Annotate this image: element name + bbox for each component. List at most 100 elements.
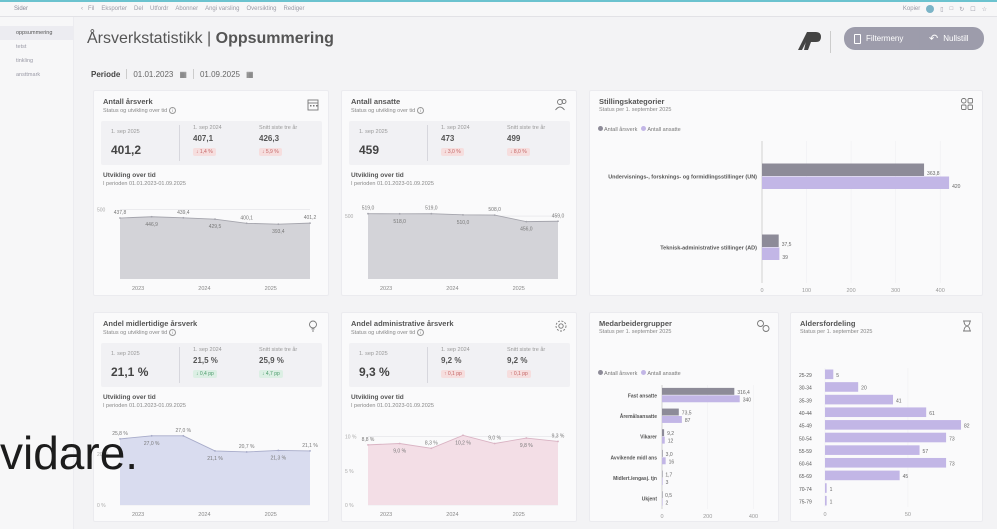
age-bar[interactable] (825, 382, 859, 392)
bar-arsverk[interactable] (662, 449, 663, 457)
data-point[interactable] (309, 222, 311, 225)
bar-ansatte[interactable] (662, 478, 663, 485)
age-bar[interactable] (825, 369, 834, 380)
age-bar[interactable] (825, 495, 827, 506)
age-bar[interactable] (825, 420, 962, 430)
bar-arsverk[interactable] (662, 429, 665, 437)
chevron-left-icon[interactable]: ‹ (81, 6, 83, 12)
toolbar-item-1[interactable]: Eksporter (101, 6, 127, 12)
data-point[interactable] (398, 442, 401, 445)
grid-icon[interactable] (960, 97, 974, 111)
toolbar-item-7[interactable]: Rediger (283, 6, 304, 12)
data-point[interactable] (309, 450, 311, 452)
bar-ansatte[interactable] (662, 395, 740, 403)
legend-item[interactable]: Antall årsverk (598, 370, 637, 377)
filter-menu-button[interactable]: Filtermeny (844, 27, 920, 50)
toolbar-item-3[interactable]: Utfordr (150, 6, 168, 12)
copy-button[interactable]: Kopier (903, 6, 920, 12)
x-tick-label: 2023 (132, 286, 144, 292)
bar-ansatte[interactable] (662, 457, 666, 465)
toolbar-item-5[interactable]: Angi varsling (205, 6, 239, 12)
sidebar-item-oppsummering[interactable]: oppsummering (0, 26, 73, 40)
data-point[interactable] (462, 434, 464, 437)
bar-arsverk[interactable] (762, 234, 779, 248)
x-tick-label: 100 (802, 288, 811, 294)
data-point[interactable] (430, 447, 433, 450)
data-point[interactable] (367, 443, 369, 446)
shapes-icon[interactable] (756, 319, 770, 333)
bar-arsverk[interactable] (762, 163, 925, 177)
refresh-icon[interactable]: ↻ (959, 6, 964, 13)
toolbar-item-4[interactable]: Abonner (175, 6, 198, 12)
data-point[interactable] (182, 434, 185, 437)
data-point[interactable] (462, 213, 464, 216)
data-label: 21,1 % (302, 443, 318, 449)
hourglass-icon[interactable] (960, 319, 974, 333)
sidebar-item-4[interactable]: ansttmark (0, 68, 73, 82)
sidebar-item-2[interactable]: tetst (0, 40, 73, 54)
view-icon[interactable]: □ (950, 6, 954, 12)
period-from[interactable]: 01.01.2023 (133, 70, 173, 79)
reset-button[interactable]: ↶ Nullstill (919, 27, 984, 50)
data-point[interactable] (119, 217, 121, 219)
bar-ansatte[interactable] (762, 176, 950, 190)
data-point[interactable] (150, 215, 153, 218)
x-tick-label: 2025 (513, 512, 525, 518)
bar-ansatte[interactable] (662, 436, 665, 444)
data-point[interactable] (493, 442, 496, 445)
legend-item[interactable]: Antall ansatte (641, 126, 681, 133)
data-point[interactable] (245, 222, 248, 225)
age-bar[interactable] (825, 432, 947, 443)
data-point[interactable] (277, 223, 280, 226)
toolbar-item-6[interactable]: Oversikting (246, 6, 276, 12)
comment-icon[interactable]: ☐ (970, 6, 975, 13)
data-point[interactable] (214, 218, 216, 221)
age-bar[interactable] (825, 470, 900, 481)
age-bar[interactable] (825, 457, 947, 468)
data-point[interactable] (182, 216, 185, 219)
bar-ansatte[interactable] (662, 498, 663, 506)
bar-arsverk[interactable] (662, 491, 663, 499)
data-point[interactable] (557, 440, 559, 443)
data-point[interactable] (398, 212, 401, 215)
period-to[interactable]: 01.09.2025 (200, 70, 240, 79)
calendar-icon[interactable]: ▦ (179, 70, 187, 79)
age-bar[interactable] (825, 483, 827, 493)
gear-icon[interactable] (554, 319, 568, 333)
sidebar-item-3[interactable]: tinkling (0, 54, 73, 68)
toolbar-item-0[interactable]: Fil (88, 6, 94, 12)
calendar-icon[interactable]: ▦ (246, 70, 254, 79)
bar-arsverk[interactable] (662, 408, 679, 416)
legend-item[interactable]: Antall årsverk (598, 126, 637, 133)
data-point[interactable] (367, 212, 369, 215)
age-bar[interactable] (825, 445, 920, 455)
data-point[interactable] (557, 220, 559, 223)
bar-arsverk[interactable] (662, 470, 663, 478)
info-icon[interactable]: i (417, 107, 425, 114)
bar-arsverk[interactable] (662, 387, 735, 395)
people-icon[interactable] (554, 97, 568, 111)
info-icon[interactable]: i (169, 107, 177, 114)
data-point[interactable] (430, 212, 433, 215)
avatar[interactable] (926, 5, 935, 13)
age-bar[interactable] (825, 407, 927, 418)
data-point[interactable] (214, 450, 216, 452)
data-point[interactable] (525, 220, 528, 223)
data-point[interactable] (277, 449, 280, 452)
age-bar[interactable] (825, 394, 894, 405)
data-point[interactable] (245, 451, 248, 453)
data-point[interactable] (525, 437, 528, 439)
data-point[interactable] (493, 214, 496, 216)
info-icon[interactable]: i (169, 329, 177, 336)
bar-ansatte[interactable] (762, 247, 780, 261)
bookmark-icon[interactable]: ▯ (940, 6, 943, 13)
midlertidige-trend-title: Utvikling over tid (103, 394, 156, 401)
calendar-icon[interactable] (306, 97, 320, 111)
lightbulb-icon[interactable] (306, 319, 320, 333)
bar-ansatte[interactable] (662, 416, 682, 423)
toolbar-item-2[interactable]: Del (134, 6, 143, 12)
legend-item[interactable]: Antall ansatte (641, 370, 681, 377)
info-icon[interactable]: i (417, 329, 425, 336)
data-point[interactable] (150, 434, 153, 437)
star-icon[interactable]: ☆ (982, 6, 987, 13)
